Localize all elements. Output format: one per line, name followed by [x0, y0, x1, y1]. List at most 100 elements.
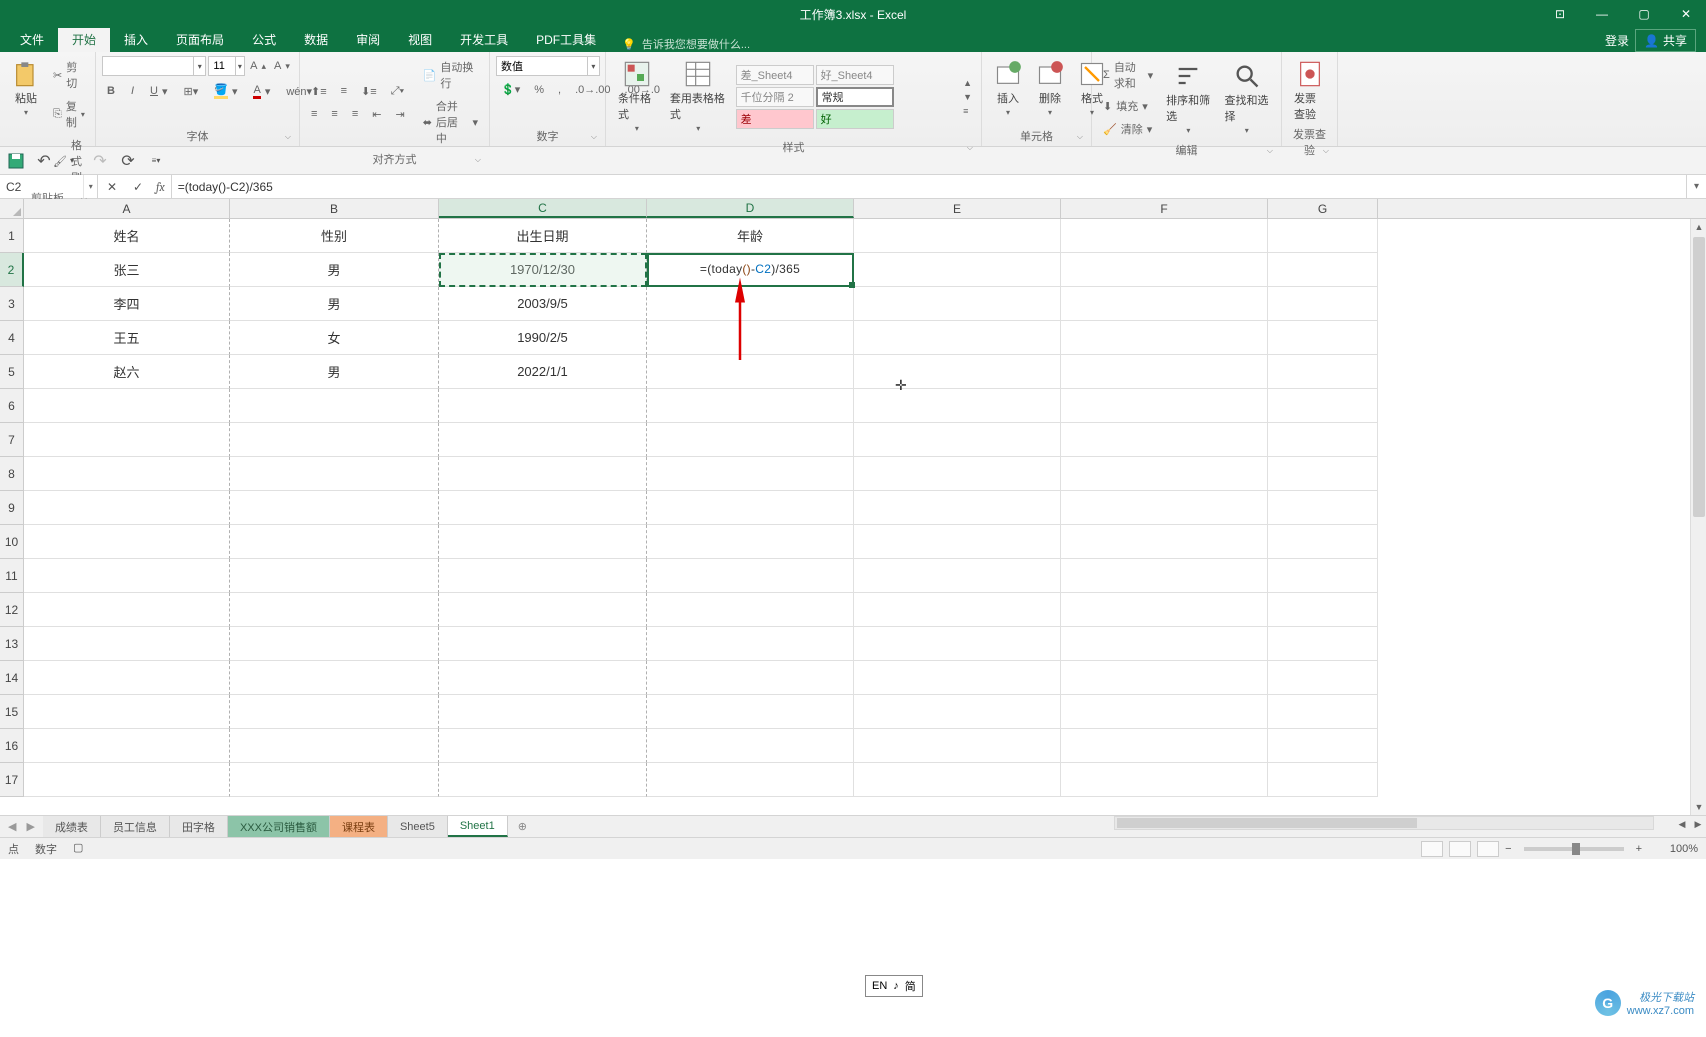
- maximize-button[interactable]: ▢: [1632, 2, 1656, 26]
- cell-A9[interactable]: [24, 491, 230, 525]
- cell-E11[interactable]: [854, 559, 1061, 593]
- cell-F9[interactable]: [1061, 491, 1268, 525]
- tab-pdf-tools[interactable]: PDF工具集: [522, 27, 610, 52]
- styles-scroll-up[interactable]: ▲: [960, 77, 975, 89]
- cell-D7[interactable]: [647, 423, 854, 457]
- cell-E13[interactable]: [854, 627, 1061, 661]
- zoom-out-button[interactable]: −: [1505, 843, 1511, 855]
- style-good[interactable]: 好: [816, 109, 894, 129]
- row-header-11[interactable]: 11: [0, 559, 24, 593]
- formula-enter-button[interactable]: ✓: [130, 180, 146, 194]
- cell-F13[interactable]: [1061, 627, 1268, 661]
- cell-F4[interactable]: [1061, 321, 1268, 355]
- tab-review[interactable]: 审阅: [342, 27, 394, 52]
- style-normal[interactable]: 常规: [816, 87, 894, 107]
- vertical-scrollbar[interactable]: ▲ ▼: [1690, 219, 1706, 815]
- cell-G10[interactable]: [1268, 525, 1378, 559]
- row-header-7[interactable]: 7: [0, 423, 24, 457]
- cell-G16[interactable]: [1268, 729, 1378, 763]
- cell-A15[interactable]: [24, 695, 230, 729]
- cell-A7[interactable]: [24, 423, 230, 457]
- cell-E12[interactable]: [854, 593, 1061, 627]
- qat-undo-dropdown[interactable]: ▾: [62, 151, 82, 171]
- cell-C14[interactable]: [439, 661, 647, 695]
- cell-A12[interactable]: [24, 593, 230, 627]
- scroll-down-arrow[interactable]: ▼: [1691, 799, 1706, 815]
- macro-record-icon[interactable]: ▢: [73, 841, 83, 857]
- close-button[interactable]: ✕: [1674, 2, 1698, 26]
- cell-D9[interactable]: [647, 491, 854, 525]
- cell-A10[interactable]: [24, 525, 230, 559]
- col-header-F[interactable]: F: [1061, 199, 1268, 218]
- cell-E6[interactable]: [854, 389, 1061, 423]
- cell-E4[interactable]: [854, 321, 1061, 355]
- cell-G11[interactable]: [1268, 559, 1378, 593]
- sheet-tab-sales[interactable]: XXX公司销售额: [228, 816, 330, 837]
- col-header-A[interactable]: A: [24, 199, 230, 218]
- cell-E14[interactable]: [854, 661, 1061, 695]
- cell-D8[interactable]: [647, 457, 854, 491]
- row-header-8[interactable]: 8: [0, 457, 24, 491]
- tab-formulas[interactable]: 公式: [238, 27, 290, 52]
- cell-G15[interactable]: [1268, 695, 1378, 729]
- find-select-button[interactable]: 查找和选择▾: [1219, 58, 1275, 139]
- cell-A11[interactable]: [24, 559, 230, 593]
- cell-E7[interactable]: [854, 423, 1061, 457]
- increase-indent-button[interactable]: ⇥: [390, 105, 409, 124]
- underline-button[interactable]: U▾: [145, 82, 172, 101]
- cell-F10[interactable]: [1061, 525, 1268, 559]
- tab-data[interactable]: 数据: [290, 27, 342, 52]
- cell-C7[interactable]: [439, 423, 647, 457]
- cell-C4[interactable]: 1990/2/5: [439, 321, 647, 355]
- cell-B14[interactable]: [230, 661, 439, 695]
- cell-G4[interactable]: [1268, 321, 1378, 355]
- cell-F6[interactable]: [1061, 389, 1268, 423]
- align-middle-button[interactable]: ≡: [336, 82, 352, 100]
- align-bottom-button[interactable]: ⬇≡: [356, 82, 382, 101]
- orientation-button[interactable]: ⤢▾: [386, 82, 409, 101]
- cell-B1[interactable]: 性别: [230, 219, 439, 253]
- scroll-thumb[interactable]: [1693, 237, 1705, 517]
- cell-C1[interactable]: 出生日期: [439, 219, 647, 253]
- cell-B8[interactable]: [230, 457, 439, 491]
- cell-E15[interactable]: [854, 695, 1061, 729]
- font-name-combo[interactable]: ▾: [102, 56, 206, 76]
- scroll-up-arrow[interactable]: ▲: [1691, 219, 1706, 235]
- row-header-15[interactable]: 15: [0, 695, 24, 729]
- zoom-slider[interactable]: [1524, 847, 1624, 851]
- cell-G8[interactable]: [1268, 457, 1378, 491]
- qat-redo-constraint[interactable]: ⟳: [118, 151, 138, 171]
- view-page-break-button[interactable]: [1477, 841, 1499, 857]
- cell-G2[interactable]: [1268, 253, 1378, 287]
- cell-styles-gallery[interactable]: 差_Sheet4 好_Sheet4 千位分隔 2 常规 差 好: [735, 64, 959, 130]
- row-header-2[interactable]: 2: [0, 253, 24, 287]
- cell-G1[interactable]: [1268, 219, 1378, 253]
- style-bad[interactable]: 差: [736, 109, 814, 129]
- sheet-tab-nav[interactable]: ◀▶: [0, 816, 43, 837]
- invoice-verify-button[interactable]: 发票查验: [1288, 56, 1331, 126]
- cell-F1[interactable]: [1061, 219, 1268, 253]
- cell-B17[interactable]: [230, 763, 439, 797]
- style-bad-sheet4[interactable]: 差_Sheet4: [736, 65, 814, 85]
- cell-C15[interactable]: [439, 695, 647, 729]
- comma-button[interactable]: ,: [553, 81, 566, 99]
- paste-button[interactable]: 粘贴 ▾: [6, 56, 46, 121]
- sheet-tab-grid[interactable]: 田字格: [170, 816, 228, 837]
- tell-me-search[interactable]: 💡 告诉我您想要做什么...: [610, 36, 762, 52]
- grow-font-button[interactable]: A▴: [247, 57, 269, 75]
- col-header-D[interactable]: D: [647, 199, 854, 218]
- cell-C17[interactable]: [439, 763, 647, 797]
- wrap-text-button[interactable]: 📄自动换行: [418, 56, 483, 94]
- font-size-combo[interactable]: ▾: [208, 56, 245, 76]
- col-header-C[interactable]: C: [439, 199, 647, 218]
- cell-D16[interactable]: [647, 729, 854, 763]
- cell-E8[interactable]: [854, 457, 1061, 491]
- formula-bar-expand[interactable]: ▾: [1686, 175, 1706, 198]
- cell-G13[interactable]: [1268, 627, 1378, 661]
- tab-developer[interactable]: 开发工具: [446, 27, 522, 52]
- zoom-in-button[interactable]: +: [1636, 843, 1642, 855]
- format-as-table-button[interactable]: 套用表格格式▾: [664, 56, 733, 137]
- fill-button[interactable]: ⬇填充▾: [1098, 95, 1158, 117]
- formula-bar-input[interactable]: =(today()-C2)/365: [172, 175, 1686, 198]
- row-header-12[interactable]: 12: [0, 593, 24, 627]
